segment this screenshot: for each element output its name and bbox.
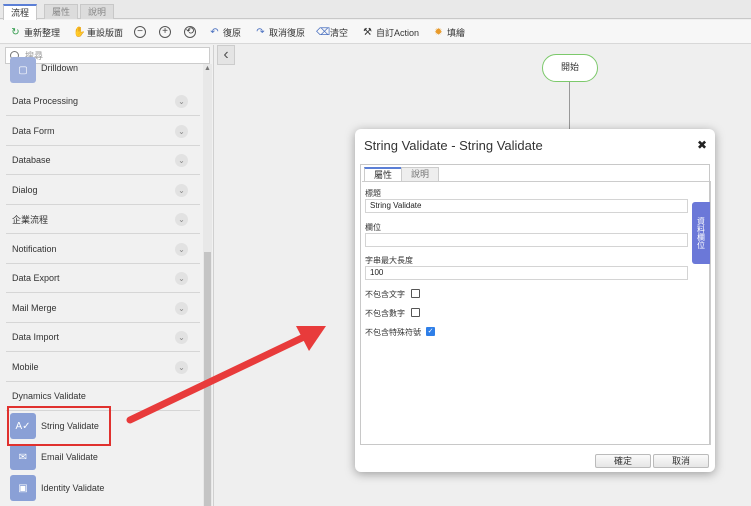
category-data-export[interactable]: Data Export ⌄ — [6, 264, 200, 293]
category-data-processing[interactable]: Data Processing ⌄ — [6, 87, 200, 116]
category-label: Data Form — [12, 126, 55, 136]
chevron-down-icon: ⌄ — [175, 154, 188, 167]
scrollbar-thumb[interactable] — [204, 252, 211, 506]
chevron-down-icon: ⌄ — [175, 331, 188, 344]
max-length-label: 字串最大長度 — [365, 256, 413, 265]
undo-icon: ↶ — [210, 26, 219, 38]
category-label: Dialog — [12, 185, 38, 195]
chevron-down-icon: ⌄ — [175, 95, 188, 108]
title-label: 標題 — [365, 189, 381, 198]
no-digit-label: 不包含數字 — [365, 309, 405, 318]
refresh-icon: ↻ — [11, 26, 20, 38]
category-label: Data Import — [12, 332, 60, 342]
highlight-box — [7, 406, 111, 446]
top-tab-bar: 流程 屬性 說明 — [0, 0, 751, 20]
color-label: 填繪 — [447, 27, 466, 38]
chevron-down-icon: ⌄ — [175, 213, 188, 226]
category-mail-merge[interactable]: Mail Merge ⌄ — [6, 294, 200, 323]
zoom-in-icon[interactable]: + — [159, 26, 171, 38]
category-label: Data Processing — [12, 96, 79, 106]
category-mobile[interactable]: Mobile ⌄ — [6, 353, 200, 382]
max-length-field[interactable]: 100 — [365, 266, 688, 280]
undo-label: 復原 — [223, 27, 242, 38]
no-text-checkbox[interactable] — [411, 289, 420, 298]
no-digit-checkbox[interactable] — [411, 308, 420, 317]
dialog-divider — [710, 181, 711, 445]
chevron-down-icon: ⌄ — [175, 272, 188, 285]
data-fields-side-tab[interactable]: 資料欄位 — [692, 202, 710, 264]
category-database[interactable]: Database ⌄ — [6, 146, 200, 175]
reset-view-button[interactable]: ✋ 重設版面 — [73, 25, 123, 39]
zoom-out-icon[interactable]: − — [134, 26, 146, 38]
clear-label: 清空 — [330, 27, 349, 38]
hand-icon: ✋ — [73, 26, 86, 38]
field-select[interactable] — [365, 233, 688, 247]
ok-button[interactable]: 確定 — [595, 454, 651, 468]
connector-line — [569, 82, 570, 130]
dialog-form: 標題 String Validate 欄位 字串最大長度 100 不包含文字 不… — [362, 181, 710, 444]
fit-view-icon[interactable]: ⟲ — [184, 26, 196, 38]
category-label: Notification — [12, 244, 57, 254]
start-node[interactable]: 開始 — [542, 54, 598, 82]
color-button[interactable]: ✹ 填繪 — [433, 25, 465, 39]
tool-drilldown-label: Drilldown — [41, 63, 79, 73]
category-notification[interactable]: Notification ⌄ — [6, 235, 200, 264]
no-text-label: 不包含文字 — [365, 290, 405, 299]
chevron-down-icon: ⌄ — [175, 125, 188, 138]
tool-identity-validate-label: Identity Validate — [41, 483, 105, 493]
eraser-icon: ⌫ — [316, 26, 331, 38]
identity-card-icon: ▣ — [10, 475, 36, 501]
category-label: Mobile — [12, 362, 39, 372]
redo-label: 取消復原 — [269, 27, 306, 38]
tab-properties[interactable]: 屬性 — [44, 4, 79, 19]
sidebar-scrollbar[interactable]: ▲ — [203, 64, 212, 506]
toolbar: ↻ 重新整理 ✋ 重設版面 − + ⟲ ↶ 復原 ↷ 取消復原 ⌫ 清空 ⚒ 自… — [0, 20, 751, 44]
custom-action-label: 自訂Action — [376, 27, 420, 38]
collapse-panel-button[interactable]: ‹ — [217, 45, 235, 65]
dialog-title: String Validate - String Validate — [364, 138, 543, 153]
tool-identity-validate[interactable]: ▣ Identity Validate — [10, 475, 104, 501]
chevron-down-icon: ⌄ — [175, 361, 188, 374]
category-dialog[interactable]: Dialog ⌄ — [6, 176, 200, 205]
title-field[interactable]: String Validate — [365, 199, 688, 213]
scroll-up-icon[interactable]: ▲ — [204, 65, 211, 72]
category-label: Dynamics Validate — [12, 391, 86, 401]
redo-button[interactable]: ↷ 取消復原 — [255, 25, 305, 39]
category-data-import[interactable]: Data Import ⌄ — [6, 323, 200, 352]
cancel-button[interactable]: 取消 — [653, 454, 709, 468]
category-enterprise-flow[interactable]: 企業流程 ⌄ — [6, 205, 200, 234]
tool-email-validate-label: Email Validate — [41, 452, 98, 462]
hammer-icon: ⚒ — [363, 26, 372, 38]
field-label: 欄位 — [365, 223, 381, 232]
category-label: Data Export — [12, 273, 60, 283]
chevron-down-icon: ⌄ — [175, 184, 188, 197]
drilldown-icon: ▢ — [10, 57, 36, 83]
sun-icon: ✹ — [434, 26, 443, 38]
chevron-down-icon: ⌄ — [175, 302, 188, 315]
redo-icon: ↷ — [256, 26, 265, 38]
dialog-tab-help[interactable]: 說明 — [401, 167, 440, 181]
category-label: Mail Merge — [12, 303, 57, 313]
custom-action-button[interactable]: ⚒ 自訂Action — [362, 25, 419, 39]
tab-flow[interactable]: 流程 — [3, 4, 38, 20]
reset-view-label: 重設版面 — [87, 27, 124, 38]
no-symbol-checkbox[interactable]: ✓ — [426, 327, 435, 336]
dialog-tab-properties[interactable]: 屬性 — [364, 167, 403, 181]
chevron-down-icon: ⌄ — [175, 243, 188, 256]
category-label: 企業流程 — [12, 214, 49, 225]
clear-button[interactable]: ⌫ 清空 — [316, 25, 348, 39]
category-label: Database — [12, 155, 51, 165]
refresh-button[interactable]: ↻ 重新整理 — [10, 25, 60, 39]
category-data-form[interactable]: Data Form ⌄ — [6, 117, 200, 146]
email-icon: ✉ — [10, 444, 36, 470]
refresh-label: 重新整理 — [24, 27, 61, 38]
tab-help[interactable]: 說明 — [80, 4, 115, 19]
no-symbol-label: 不包含特殊符號 — [365, 328, 421, 337]
dialog-content: 屬性 說明 標題 String Validate 欄位 字串最大長度 100 不… — [360, 164, 711, 445]
properties-dialog: String Validate - String Validate ✖ 屬性 說… — [355, 129, 715, 472]
undo-button[interactable]: ↶ 復原 — [209, 25, 241, 39]
tool-email-validate[interactable]: ✉ Email Validate — [10, 444, 98, 470]
tool-drilldown[interactable]: ▢ Drilldown — [10, 57, 78, 83]
close-icon[interactable]: ✖ — [697, 138, 707, 152]
